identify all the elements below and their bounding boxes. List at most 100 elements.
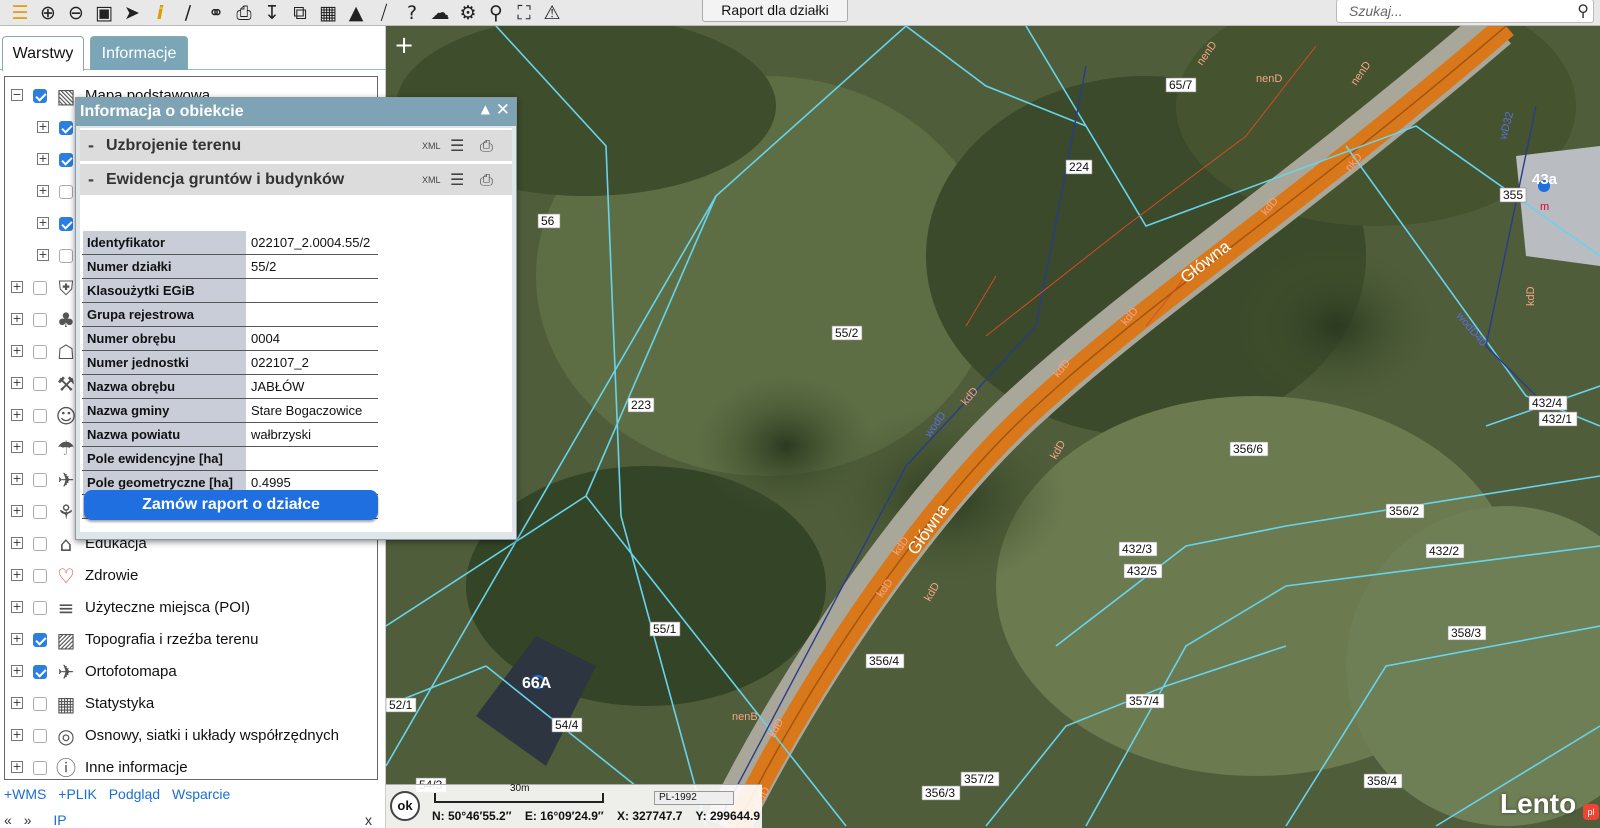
order-report-button[interactable]: Zamów raport o działce (84, 490, 378, 520)
expand-icon[interactable]: + (11, 569, 23, 581)
expand-icon[interactable]: + (11, 345, 23, 357)
next-button[interactable]: » (24, 812, 32, 828)
link-icon[interactable]: ⚭ (202, 1, 230, 25)
expand-icon[interactable]: + (11, 761, 23, 773)
report-button[interactable]: Raport dla działki (702, 0, 848, 22)
preview-link[interactable]: Podgląd (109, 786, 160, 802)
layer-row[interactable]: + ✈ Ortofotomapa (5, 657, 377, 687)
help-icon[interactable]: ? (398, 1, 426, 25)
layer-checkbox[interactable] (33, 761, 47, 775)
layer-checkbox[interactable] (33, 89, 47, 103)
layer-checkbox[interactable] (33, 665, 47, 679)
expand-icon[interactable]: + (11, 441, 23, 453)
search-input[interactable] (1337, 0, 1557, 22)
layer-checkbox[interactable] (59, 249, 73, 263)
map-view[interactable]: 65/7 224 56 55/2 223 356/6 432/4 432/1 4… (386, 26, 1600, 828)
layer-checkbox[interactable] (33, 729, 47, 743)
layer-checkbox[interactable] (33, 345, 47, 359)
expand-icon[interactable]: + (11, 601, 23, 613)
settings-icon[interactable]: ⚙ (454, 1, 482, 25)
shape-icon[interactable]: ▲ (342, 1, 370, 25)
cart-icon[interactable]: ⛶ (510, 1, 538, 25)
download-icon[interactable]: ↧ (258, 1, 286, 25)
layer-row[interactable]: + ⓘ Inne informacje (5, 753, 377, 779)
measure-icon[interactable]: ∕ (174, 1, 202, 25)
grid-icon[interactable]: ▦ (314, 1, 342, 25)
support-link[interactable]: Wsparcie (172, 786, 230, 802)
layer-checkbox[interactable] (33, 313, 47, 327)
tab-info[interactable]: Informacje (90, 36, 188, 70)
expand-icon[interactable]: + (11, 665, 23, 677)
add-file-link[interactable]: +PLIK (58, 786, 97, 802)
prev-button[interactable]: « (4, 812, 12, 828)
layer-row[interactable]: + ◎ Osnowy, siatki i układy współrzędnych (5, 721, 377, 751)
collapse-icon[interactable]: ▲ (481, 102, 490, 116)
xml-button[interactable]: XML (422, 175, 441, 185)
layer-checkbox[interactable] (59, 153, 73, 167)
layer-checkbox[interactable] (59, 217, 73, 231)
section-land-registry[interactable]: - Ewidencja gruntów i budynków XML ☰ ⎙ (80, 164, 512, 196)
xml-button[interactable]: XML (422, 141, 441, 151)
print-icon[interactable]: ⎙ (480, 136, 493, 156)
export-icon[interactable]: ⧉ (286, 1, 314, 25)
layer-checkbox[interactable] (33, 633, 47, 647)
close-icon[interactable]: ✕ (496, 100, 510, 120)
section-utilities[interactable]: - Uzbrojenie terenu XML ☰ ⎙ (80, 130, 512, 162)
crs-select[interactable]: PL-1992 (654, 791, 734, 805)
layer-checkbox[interactable] (59, 185, 73, 199)
zoom-in-icon[interactable]: ⊕ (34, 1, 62, 25)
list-icon[interactable]: ☰ (450, 136, 464, 155)
layer-checkbox[interactable] (33, 569, 47, 583)
expand-icon[interactable]: + (11, 281, 23, 293)
layer-checkbox[interactable] (33, 281, 47, 295)
zoom-in-button[interactable]: + (392, 33, 416, 58)
layer-checkbox[interactable] (33, 537, 47, 551)
popup-header[interactable]: Informacja o obiekcie ▲ ✕ (76, 98, 516, 126)
pointer-icon[interactable]: ➤ (118, 1, 146, 25)
layer-checkbox[interactable] (33, 473, 47, 487)
layer-checkbox[interactable] (33, 601, 47, 615)
layers-icon[interactable]: ☰ (6, 1, 34, 25)
orthophoto-map[interactable]: 65/7 224 56 55/2 223 356/6 432/4 432/1 4… (386, 26, 1600, 828)
expand-icon[interactable]: + (11, 633, 23, 645)
warning-icon[interactable]: ⚠ (538, 1, 566, 25)
print-icon[interactable]: ⎙ (230, 1, 258, 25)
expand-icon[interactable]: + (11, 473, 23, 485)
layer-checkbox[interactable] (33, 441, 47, 455)
hatch-icon[interactable]: ⧸ (370, 1, 398, 25)
expand-icon[interactable]: + (37, 249, 49, 261)
expand-icon[interactable]: + (37, 217, 49, 229)
zoom-out-icon[interactable]: ⊖ (62, 1, 90, 25)
expand-icon[interactable]: + (11, 377, 23, 389)
layer-row[interactable]: + ♡ Zdrowie (5, 561, 377, 591)
expand-icon[interactable]: + (37, 185, 49, 197)
expand-icon[interactable]: + (11, 505, 23, 517)
full-extent-icon[interactable]: ▣ (90, 1, 118, 25)
collapse-icon[interactable]: − (11, 89, 23, 101)
layer-checkbox[interactable] (33, 697, 47, 711)
layer-row[interactable]: + ▨ Topografia i rzeźba terenu (5, 625, 377, 655)
tab-layers[interactable]: Warstwy (2, 36, 84, 71)
info-icon[interactable]: i (146, 1, 174, 25)
search-map-icon[interactable]: ⚲ (482, 1, 510, 25)
layer-row[interactable]: + ≡ Użyteczne miejsca (POI) (5, 593, 377, 623)
layer-checkbox[interactable] (33, 377, 47, 391)
ok-button[interactable]: ok (390, 791, 420, 821)
expand-icon[interactable]: + (11, 537, 23, 549)
close-panel-button[interactable]: x (365, 812, 372, 828)
expand-icon[interactable]: + (11, 409, 23, 421)
search-icon[interactable]: ⚲ (1577, 1, 1589, 20)
expand-icon[interactable]: + (11, 729, 23, 741)
layer-row[interactable]: + ▦ Statystyka (5, 689, 377, 719)
add-wms-link[interactable]: +WMS (4, 786, 46, 802)
expand-icon[interactable]: + (37, 153, 49, 165)
layer-checkbox[interactable] (33, 409, 47, 423)
expand-icon[interactable]: + (11, 313, 23, 325)
collapse-section-icon[interactable]: - (88, 169, 94, 190)
expand-icon[interactable]: + (37, 121, 49, 133)
list-icon[interactable]: ☰ (450, 170, 464, 189)
layer-checkbox[interactable] (59, 121, 73, 135)
expand-icon[interactable]: + (11, 697, 23, 709)
collapse-section-icon[interactable]: - (88, 135, 94, 156)
cloud-icon[interactable]: ☁ (426, 1, 454, 25)
